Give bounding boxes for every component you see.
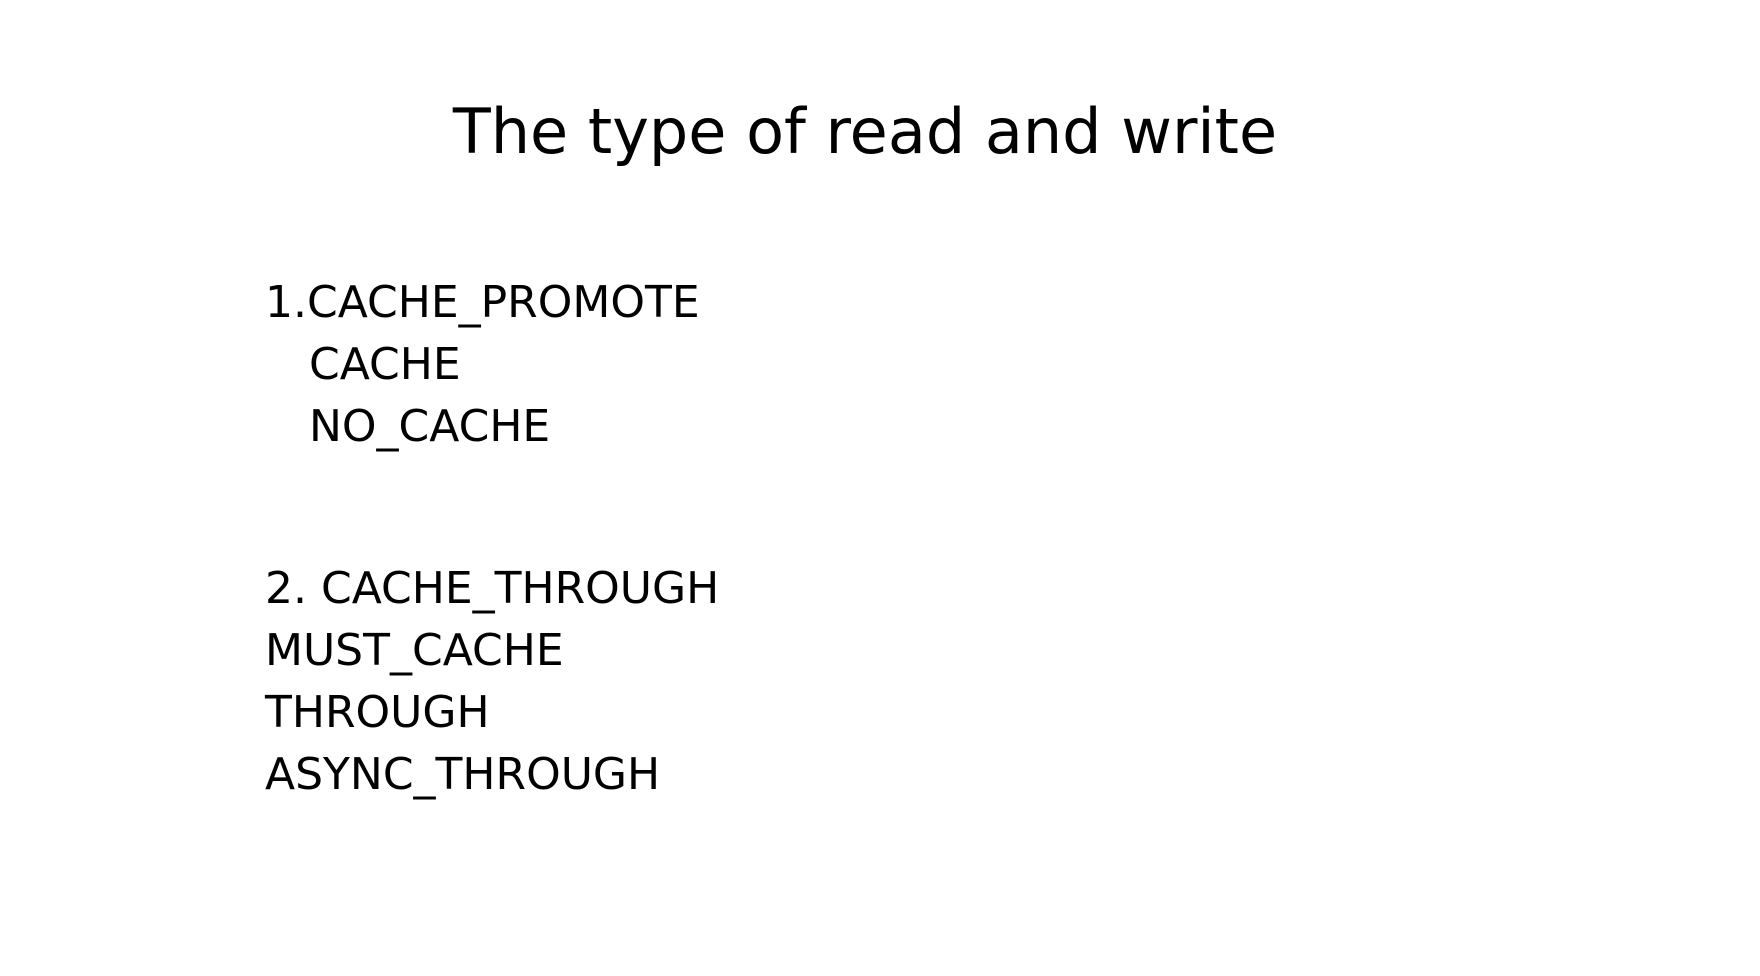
cache-promote-item-no-cache: NO_CACHE <box>309 401 551 452</box>
cache-through-item-must-cache: MUST_CACHE <box>265 625 564 676</box>
cache-through-item-async-through: ASYNC_THROUGH <box>265 749 661 800</box>
cache-through-section: 2. CACHE_THROUGH MUST_CACHE THROUGH ASYN… <box>265 558 719 806</box>
cache-promote-heading: 1.CACHE_PROMOTE <box>265 277 700 328</box>
slide-title: The type of read and write <box>452 95 1278 168</box>
cache-through-item-through: THROUGH <box>265 687 490 738</box>
cache-promote-item-cache: CACHE <box>309 339 461 390</box>
cache-promote-section: 1.CACHE_PROMOTE CACHE NO_CACHE <box>265 272 700 458</box>
slide: The type of read and write 1.CACHE_PROMO… <box>0 0 1760 976</box>
cache-through-heading: 2. CACHE_THROUGH <box>265 563 720 614</box>
